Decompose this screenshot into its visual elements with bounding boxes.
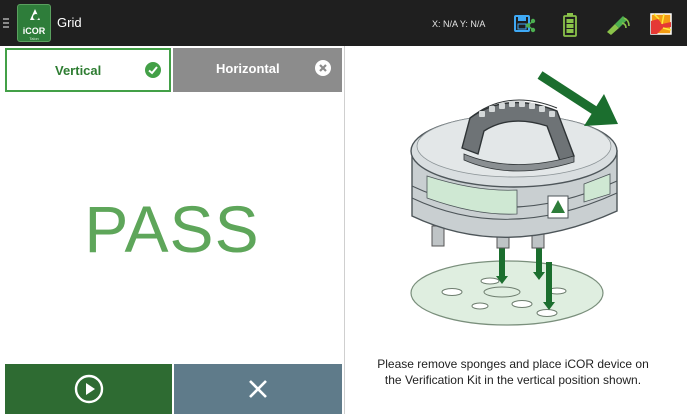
test-result-text: PASS xyxy=(84,192,260,266)
tab-horizontal[interactable]: Horizontal xyxy=(173,48,342,92)
coordinates-readout: X: N/A Y: N/A xyxy=(432,19,486,29)
instruction-line-2: the Verification Kit in the vertical pos… xyxy=(384,373,642,387)
cancel-button[interactable] xyxy=(174,364,342,414)
app-title: Grid xyxy=(57,15,82,30)
test-panel: Vertical Horizontal PASS xyxy=(0,46,344,414)
app-logo: iCOR Talon xyxy=(17,4,51,42)
menu-icon[interactable] xyxy=(3,18,9,28)
signal-icon xyxy=(607,16,630,35)
close-circle-icon xyxy=(315,60,331,76)
tab-vertical[interactable]: Vertical xyxy=(5,48,171,92)
instruction-line-1: Please remove sponges and place iCOR dev… xyxy=(377,357,649,371)
instruction-text: Please remove sponges and place iCOR dev… xyxy=(350,356,676,388)
close-icon xyxy=(249,380,267,398)
play-circle-icon xyxy=(74,374,103,404)
map-icon[interactable] xyxy=(650,13,672,35)
top-bar: iCOR Talon Grid X: N/A Y: N/A xyxy=(0,0,687,46)
tab-vertical-label: Vertical xyxy=(55,63,102,78)
tab-horizontal-label: Horizontal xyxy=(216,61,280,76)
check-circle-icon xyxy=(145,62,161,78)
verification-kit-illustration xyxy=(410,71,618,326)
logo-mark-icon xyxy=(30,9,40,20)
logo-subtext: Talon xyxy=(29,36,39,41)
save-share-icon[interactable] xyxy=(513,13,537,35)
battery-icon xyxy=(563,13,577,37)
logo-text: iCOR xyxy=(22,26,46,36)
play-button[interactable] xyxy=(5,364,172,414)
pane-divider xyxy=(344,46,345,414)
